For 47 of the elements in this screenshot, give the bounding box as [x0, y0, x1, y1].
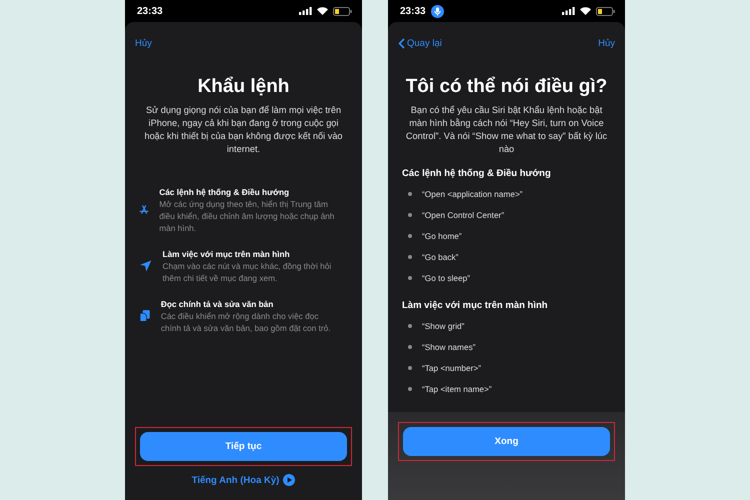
primary-button[interactable]: Tiếp tục — [140, 432, 347, 461]
wifi-icon — [317, 7, 328, 15]
command-text: “Tap <number>” — [422, 362, 482, 372]
battery-icon — [596, 6, 615, 16]
command-text: “Open <application name>” — [422, 188, 523, 198]
command-text: “Show names” — [422, 342, 476, 352]
primary-button[interactable]: Xong — [403, 427, 610, 456]
command-text: “Go home” — [422, 230, 462, 240]
signal-icon — [562, 7, 575, 15]
feature-title: Đọc chính tả và sửa văn bản — [160, 298, 274, 310]
command-text: “Show grid” — [422, 320, 464, 330]
microphone-icon — [430, 4, 444, 18]
command-text: “Open Control Center” — [422, 210, 504, 220]
bullet-icon — [408, 192, 412, 196]
bullet-icon — [408, 324, 412, 328]
feature-title: Các lệnh hệ thống & Điều hướng — [159, 186, 290, 198]
bullet-icon — [408, 212, 412, 216]
status-time: 23:33 — [400, 6, 426, 16]
description-text: Bạn có thể yêu cầu Siri bật Khẩu lệnh hoặc bật màn hình bằng cách nói “Hey Siri, turn on Voice Control”. Và nói “Show me what to say” bất kỳ lúc nào — [404, 104, 608, 156]
command-text: “Go back” — [422, 252, 458, 262]
wifi-icon — [580, 7, 591, 15]
signal-icon — [299, 7, 312, 15]
section-heading: Các lệnh hệ thống & Điều hướng — [402, 168, 552, 179]
bullet-icon — [408, 344, 412, 348]
bullet-icon — [408, 254, 412, 258]
cancel-link[interactable]: Hủy — [598, 38, 615, 48]
bullet-icon — [408, 276, 412, 280]
status-time: 23:33 — [137, 6, 163, 16]
language-link[interactable]: Tiếng Anh (Hoa Kỳ) — [192, 474, 280, 486]
feature-title: Làm việc với mục trên màn hình — [162, 248, 291, 260]
chevron-left-icon — [398, 38, 405, 48]
description-text: Sử dụng giọng nói của bạn để làm mọi việc trên iPhone, ngay cả khi bạn đang ở trong cuộc gọi hoặc khi thiết bị của bạn không được kết nối vào internet. — [143, 104, 344, 156]
command-text: “Tap <item name>” — [422, 384, 492, 394]
screen-title: Khẩu lệnh — [196, 76, 290, 98]
feature-description: Các điều khiển mở rộng dành cho việc đọc chính tả và sửa văn bản, bao gồm đặt con trỏ. — [160, 310, 332, 334]
section-heading: Làm việc với mục trên màn hình — [402, 300, 549, 311]
screen-title: Tôi có thể nói điều gì? — [404, 76, 608, 98]
battery-icon — [333, 6, 352, 16]
feature-description: Chạm vào các nút và mục khác, đồng thời hỏi thêm chi tiết về mục đang xem. — [162, 260, 332, 284]
play-icon[interactable] — [283, 474, 296, 486]
back-link[interactable]: Quay lại — [398, 38, 442, 48]
bullet-icon — [408, 234, 412, 238]
cancel-link[interactable]: Hủy — [135, 38, 152, 48]
feature-description: Mở các ứng dụng theo tên, hiển thị Trung tâm điều khiển, điều chỉnh âm lượng hoặc chụp ảnh màn hình. — [159, 198, 336, 234]
bullet-icon — [408, 386, 412, 390]
bullet-icon — [408, 366, 412, 370]
command-text: “Go to sleep” — [422, 272, 470, 282]
